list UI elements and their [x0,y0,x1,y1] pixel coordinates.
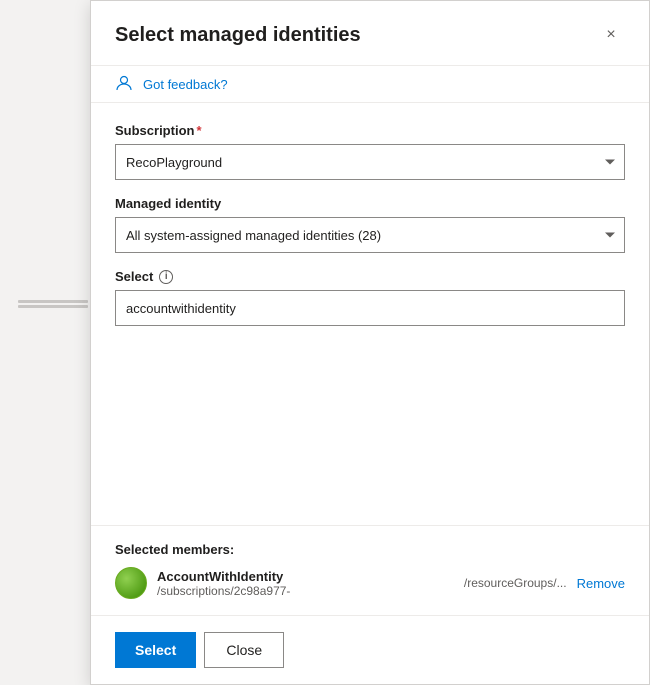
select-field-label: Select i [115,269,625,284]
remove-member-button[interactable]: Remove [577,576,625,591]
required-indicator: * [196,123,201,138]
selected-members-section: Selected members: AccountWithIdentity /s… [91,525,649,615]
feedback-link[interactable]: Got feedback? [143,77,228,92]
feedback-icon [115,74,135,94]
member-name: AccountWithIdentity [157,569,454,584]
empty-results-area [115,342,625,462]
dialog-header: Select managed identities × [91,1,649,65]
subscription-dropdown[interactable]: RecoPlayground [115,144,625,180]
panel-line [18,305,88,308]
member-resource: /resourceGroups/... [464,576,567,590]
subscription-select-wrapper: RecoPlayground [115,144,625,180]
close-dialog-button[interactable]: × [597,21,625,49]
select-search-input[interactable] [115,290,625,326]
select-managed-identities-dialog: Select managed identities × Got feedback… [90,0,650,685]
subscription-label: Subscription * [115,123,625,138]
dialog-body: Subscription * RecoPlayground Managed id… [91,107,649,525]
member-subscription: /subscriptions/2c98a977- [157,584,454,598]
dialog-title: Select managed identities [115,24,361,47]
member-info: AccountWithIdentity /subscriptions/2c98a… [157,569,454,598]
member-avatar [115,567,147,599]
close-button[interactable]: Close [204,632,284,668]
managed-identity-dropdown[interactable]: All system-assigned managed identities (… [115,217,625,253]
select-button[interactable]: Select [115,632,196,668]
managed-identity-label: Managed identity [115,196,625,211]
feedback-bar: Got feedback? [91,65,649,103]
managed-identity-select-wrapper: All system-assigned managed identities (… [115,217,625,253]
member-item: AccountWithIdentity /subscriptions/2c98a… [115,567,625,599]
selected-members-label: Selected members: [115,542,625,557]
select-field-group: Select i [115,269,625,326]
panel-line [18,300,88,303]
left-panel [0,0,88,685]
managed-identity-field-group: Managed identity All system-assigned man… [115,196,625,253]
select-info-icon[interactable]: i [159,270,173,284]
dialog-footer: Select Close [91,615,649,684]
subscription-field-group: Subscription * RecoPlayground [115,123,625,180]
